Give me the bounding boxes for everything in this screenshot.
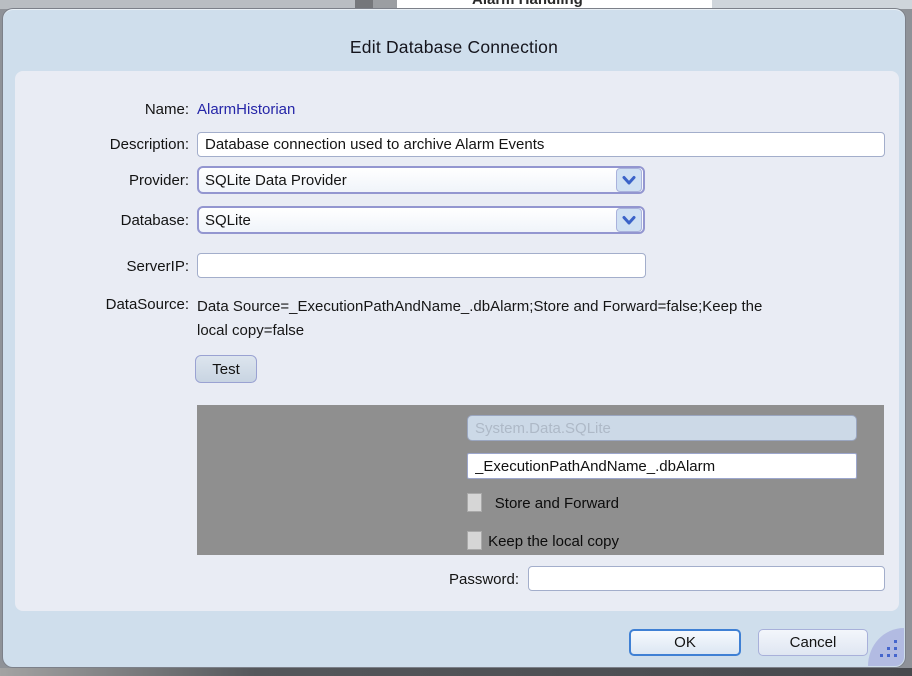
provider-label: Provider: [129, 172, 189, 189]
password-label: Password: [449, 571, 519, 588]
provider-dropdown-value: SQLite Data Provider [199, 172, 615, 189]
description-input[interactable] [197, 132, 885, 157]
server-ip-input[interactable] [197, 253, 646, 278]
description-label: Description: [110, 136, 189, 153]
connection-settings-panel: Provider Data Source Store and Forward K… [197, 405, 884, 555]
screen: Alarm Handling Edit Database Connection … [0, 0, 912, 676]
panel-data-source-input[interactable] [467, 453, 857, 479]
keep-local-copy-label: Keep the local copy [488, 533, 619, 550]
ok-button[interactable]: OK [629, 629, 741, 656]
server-ip-label: ServerIP: [126, 258, 189, 275]
name-label: Name: [145, 101, 189, 118]
keep-local-copy-checkbox[interactable] [467, 531, 482, 550]
store-and-forward-label: Store and Forward [495, 495, 619, 512]
name-value: AlarmHistorian [197, 101, 295, 118]
resize-grip-icon[interactable] [868, 628, 904, 666]
background-tab-label: Alarm Handling [472, 0, 583, 8]
database-dropdown-value: SQLite [199, 212, 615, 229]
data-source-value: Data Source=_ExecutionPathAndName_.dbAla… [197, 295, 782, 343]
cancel-button[interactable]: Cancel [758, 629, 868, 656]
store-and-forward-checkbox[interactable] [467, 493, 482, 512]
chevron-down-icon[interactable] [616, 208, 642, 232]
password-input[interactable] [528, 566, 885, 591]
dialog-title: Edit Database Connection [3, 37, 905, 58]
edit-database-connection-dialog: Edit Database Connection Name: AlarmHist… [2, 8, 906, 668]
background-window-bottom-edge [0, 668, 912, 676]
data-source-label: DataSource: [106, 296, 189, 313]
database-dropdown[interactable]: SQLite [197, 206, 645, 234]
database-label: Database: [121, 212, 189, 229]
test-button[interactable]: Test [195, 355, 257, 383]
chevron-down-icon[interactable] [616, 168, 642, 192]
provider-dropdown[interactable]: SQLite Data Provider [197, 166, 645, 194]
panel-provider-input [467, 415, 857, 441]
